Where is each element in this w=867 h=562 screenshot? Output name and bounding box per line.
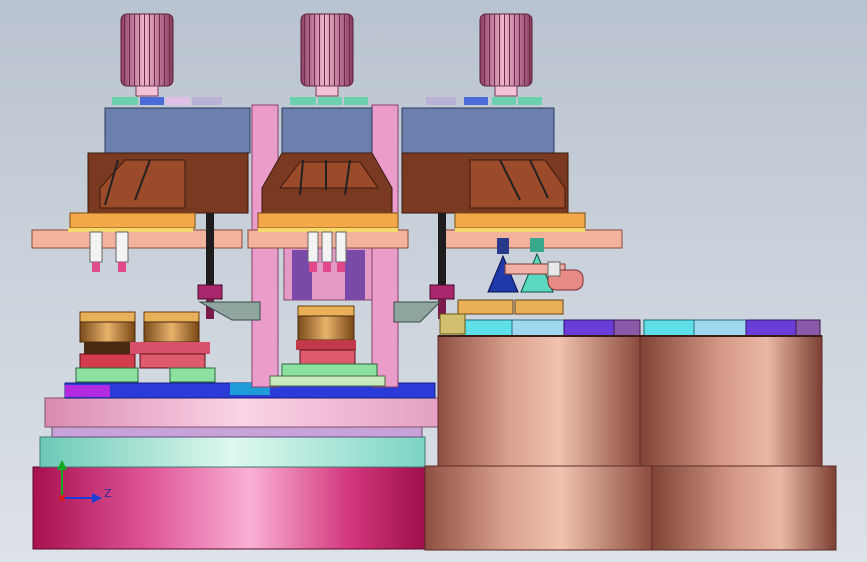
z-axis-label: Z	[104, 487, 112, 500]
rotary-table-right[interactable]	[424, 319, 837, 551]
triad-origin	[59, 495, 65, 501]
fixture-left-1[interactable]	[75, 311, 139, 383]
machine-assembly-view[interactable]: Z	[0, 0, 867, 562]
machine-base-left[interactable]	[32, 382, 439, 550]
cad-viewport[interactable]: Z	[0, 0, 867, 562]
